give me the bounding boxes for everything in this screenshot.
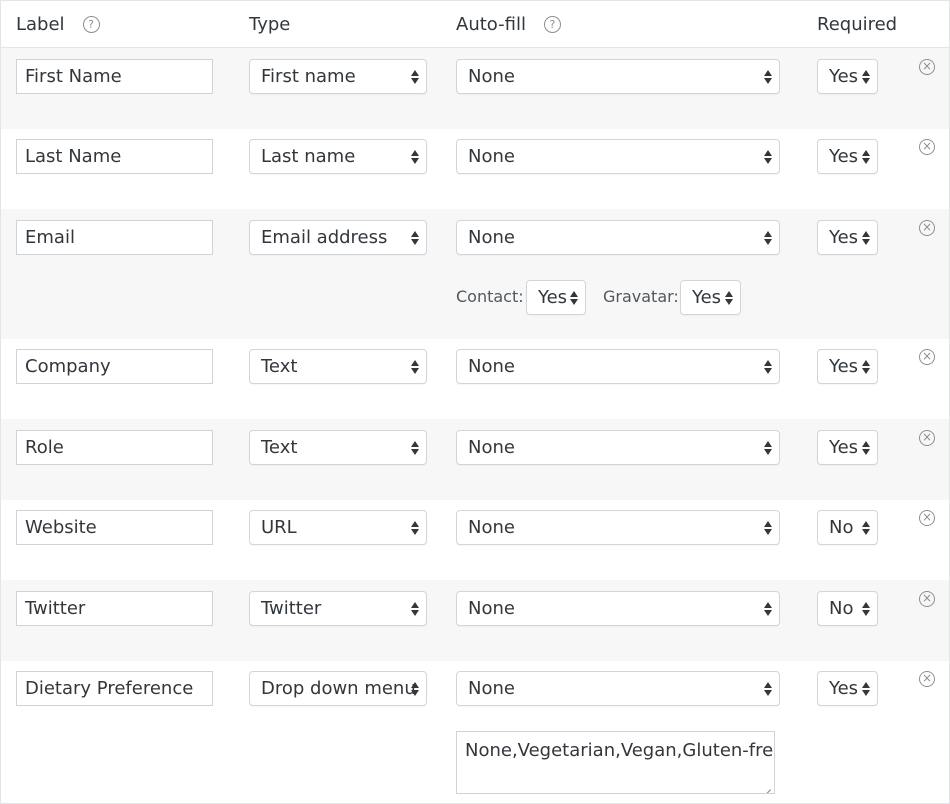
remove-field-icon[interactable]: × [919,591,935,607]
type-select[interactable]: Email address [249,220,427,255]
resize-handle-icon[interactable] [762,781,771,790]
table-header: Label ? Type Auto-fill ? Required [1,1,949,48]
autofill-select[interactable]: None [456,510,780,545]
autofill-select[interactable]: None [456,349,780,384]
label-input[interactable]: Twitter [16,591,213,626]
remove-field-icon[interactable]: × [919,220,935,236]
select-arrows-icon [725,290,734,306]
autofill-select[interactable]: None [456,139,780,174]
type-select[interactable]: First name [249,59,427,94]
header-required: Required [817,14,898,35]
select-arrows-icon [862,230,871,246]
select-arrows-icon [411,601,420,617]
select-arrows-icon [411,149,420,165]
select-arrows-icon [764,440,773,456]
header-type: Type [249,14,291,35]
required-select[interactable]: Yes [817,349,878,384]
form-fields-table: Label ? Type Auto-fill ? Required First … [0,0,950,804]
remove-field-icon[interactable]: × [919,59,935,75]
table-row: Twitter Twitter None No × [1,580,949,661]
table-row: First Name First name None Yes × [1,48,949,129]
select-arrows-icon [862,359,871,375]
remove-field-icon[interactable]: × [919,510,935,526]
select-arrows-icon [411,681,420,697]
autofill-select[interactable]: None [456,591,780,626]
select-arrows-icon [862,520,871,536]
select-arrows-icon [862,69,871,85]
type-select[interactable]: Twitter [249,591,427,626]
required-select[interactable]: No [817,510,878,545]
required-select[interactable]: Yes [817,430,878,465]
required-select[interactable]: Yes [817,671,878,706]
table-row: Email Email address None Yes × Contact: … [1,209,949,339]
contact-label: Contact: [456,287,524,306]
gravatar-select[interactable]: Yes [680,280,741,315]
table-row: Dietary Preference Drop down menu None Y… [1,661,949,804]
select-arrows-icon [764,69,773,85]
select-arrows-icon [411,69,420,85]
select-arrows-icon [764,149,773,165]
autofill-help-icon[interactable]: ? [543,16,561,33]
select-arrows-icon [764,601,773,617]
autofill-select[interactable]: None [456,220,780,255]
label-input[interactable]: Last Name [16,139,213,174]
label-input[interactable]: Role [16,430,213,465]
label-input[interactable]: Dietary Preference [16,671,213,706]
select-arrows-icon [764,681,773,697]
select-arrows-icon [570,290,579,306]
label-help-icon[interactable]: ? [82,16,100,33]
select-arrows-icon [411,359,420,375]
contact-select[interactable]: Yes [526,280,586,315]
select-arrows-icon [411,520,420,536]
remove-field-icon[interactable]: × [919,139,935,155]
header-autofill: Auto-fill ? [456,14,561,35]
dropdown-options-textarea[interactable]: None,Vegetarian,Vegan,Gluten-free [456,731,775,794]
table-row: Company Text None Yes × [1,339,949,419]
label-input[interactable]: First Name [16,59,213,94]
required-select[interactable]: No [817,591,878,626]
label-input[interactable]: Company [16,349,213,384]
type-select[interactable]: Drop down menu [249,671,427,706]
remove-field-icon[interactable]: × [919,671,935,687]
table-row: Last Name Last name None Yes × [1,129,949,209]
autofill-select[interactable]: None [456,430,780,465]
remove-field-icon[interactable]: × [919,430,935,446]
select-arrows-icon [862,681,871,697]
select-arrows-icon [862,149,871,165]
table-row: Website URL None No × [1,500,949,580]
label-input[interactable]: Website [16,510,213,545]
select-arrows-icon [411,230,420,246]
select-arrows-icon [862,440,871,456]
autofill-select[interactable]: None [456,671,780,706]
type-select[interactable]: URL [249,510,427,545]
autofill-select[interactable]: None [456,59,780,94]
required-select[interactable]: Yes [817,139,878,174]
header-label: Label ? [16,14,100,35]
table-row: Role Text None Yes × [1,419,949,500]
select-arrows-icon [764,359,773,375]
type-select[interactable]: Last name [249,139,427,174]
remove-field-icon[interactable]: × [919,349,935,365]
type-select[interactable]: Text [249,349,427,384]
required-select[interactable]: Yes [817,220,878,255]
select-arrows-icon [862,601,871,617]
type-select[interactable]: Text [249,430,427,465]
select-arrows-icon [764,520,773,536]
label-input[interactable]: Email [16,220,213,255]
required-select[interactable]: Yes [817,59,878,94]
gravatar-label: Gravatar: [603,287,679,306]
select-arrows-icon [764,230,773,246]
select-arrows-icon [411,440,420,456]
